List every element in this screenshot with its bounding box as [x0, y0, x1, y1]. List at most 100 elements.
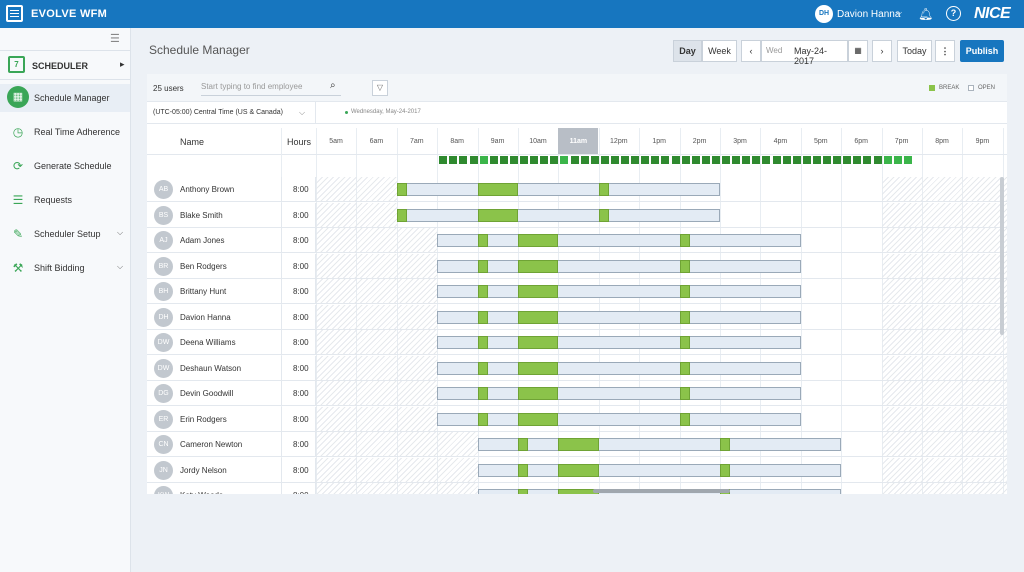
table-row[interactable]: DH Davion Hanna 8:00: [147, 304, 1007, 330]
name-column-header[interactable]: Name: [180, 137, 204, 147]
break-block[interactable]: [477, 412, 488, 426]
employee-name[interactable]: Erin Rodgers: [180, 415, 227, 424]
shift-block[interactable]: [437, 285, 801, 298]
calendar-icon[interactable]: ▦: [848, 40, 868, 62]
break-block[interactable]: [518, 310, 559, 324]
chevron-down-icon[interactable]: ⌵: [117, 228, 123, 238]
publish-button[interactable]: Publish: [960, 40, 1004, 62]
table-row[interactable]: AJ Adam Jones 8:00: [147, 228, 1007, 253]
employee-name[interactable]: Deshaun Watson: [180, 364, 241, 373]
sidebar-item-requests[interactable]: ☰ Requests: [0, 186, 130, 214]
prev-date-button[interactable]: ‹: [741, 40, 761, 62]
break-block[interactable]: [477, 361, 488, 375]
break-block[interactable]: [598, 208, 609, 222]
break-block[interactable]: [518, 361, 559, 375]
employee-name[interactable]: Katy Woods: [180, 491, 223, 494]
table-row[interactable]: AB Anthony Brown 8:00: [147, 177, 1007, 202]
shift-block[interactable]: [396, 208, 720, 222]
horizontal-scrollbar[interactable]: [593, 489, 730, 493]
break-block[interactable]: [558, 463, 599, 477]
break-block[interactable]: [679, 361, 690, 375]
break-block[interactable]: [518, 336, 559, 349]
more-options-icon[interactable]: ⋮: [935, 40, 955, 62]
table-row[interactable]: BS Blake Smith 8:00: [147, 202, 1007, 228]
sidebar-item-real-time-adherence[interactable]: ◷ Real Time Adherence: [0, 118, 130, 146]
table-row[interactable]: ER Erin Rodgers 8:00: [147, 406, 1007, 432]
bell-icon[interactable]: 🔔︎: [918, 7, 933, 21]
filter-icon[interactable]: ▽: [372, 80, 388, 96]
vertical-scrollbar[interactable]: [1000, 177, 1004, 335]
employee-name[interactable]: Jordy Nelson: [180, 466, 227, 475]
shift-block[interactable]: [437, 412, 801, 426]
break-block[interactable]: [598, 183, 609, 196]
sidebar-item-schedule-manager[interactable]: ▦ Schedule Manager: [0, 84, 130, 112]
table-row[interactable]: BH Brittany Hunt 8:00: [147, 279, 1007, 304]
break-block[interactable]: [477, 387, 488, 400]
employee-name[interactable]: Cameron Newton: [180, 440, 242, 449]
shift-block[interactable]: [477, 438, 842, 451]
help-icon[interactable]: ?: [946, 6, 961, 21]
break-block[interactable]: [679, 285, 690, 298]
shift-block[interactable]: [437, 387, 801, 400]
shift-block[interactable]: [437, 336, 801, 349]
employee-name[interactable]: Davion Hanna: [180, 313, 231, 322]
employee-name[interactable]: Anthony Brown: [180, 185, 234, 194]
break-block[interactable]: [477, 336, 488, 349]
day-view-button[interactable]: Day: [673, 40, 702, 62]
break-block[interactable]: [477, 234, 488, 247]
date-picker[interactable]: Wed May-24-2017: [761, 40, 848, 66]
chevron-down-icon[interactable]: ⌵: [117, 262, 123, 272]
break-block[interactable]: [558, 438, 599, 451]
break-block[interactable]: [518, 489, 529, 494]
collapse-menu-icon[interactable]: ☰: [110, 32, 120, 45]
shift-block[interactable]: [437, 259, 801, 273]
search-icon[interactable]: ⌕: [330, 80, 336, 91]
week-view-button[interactable]: Week: [702, 40, 737, 62]
shift-block[interactable]: [396, 183, 720, 196]
break-block[interactable]: [518, 438, 529, 451]
break-block[interactable]: [477, 259, 488, 273]
next-date-button[interactable]: ›: [872, 40, 892, 62]
break-block[interactable]: [679, 234, 690, 247]
chevron-down-icon[interactable]: ⌵: [896, 8, 902, 18]
break-block[interactable]: [518, 412, 559, 426]
break-block[interactable]: [477, 310, 488, 324]
shift-block[interactable]: [437, 234, 801, 247]
scheduler-section[interactable]: 7 SCHEDULER ▸: [0, 50, 130, 80]
break-block[interactable]: [518, 463, 529, 477]
employee-name[interactable]: Devin Goodwill: [180, 389, 233, 398]
break-block[interactable]: [477, 285, 488, 298]
today-button[interactable]: Today: [897, 40, 932, 62]
user-avatar[interactable]: DH: [815, 5, 833, 23]
table-row[interactable]: CN Cameron Newton 8:00: [147, 432, 1007, 457]
user-name[interactable]: Davion Hanna: [837, 9, 900, 20]
chevron-down-icon[interactable]: ⌵: [299, 108, 305, 118]
employee-name[interactable]: Brittany Hunt: [180, 287, 226, 296]
sidebar-item-shift-bidding[interactable]: ⚒ Shift Bidding ⌵: [0, 254, 130, 282]
break-block[interactable]: [396, 183, 407, 196]
table-row[interactable]: JN Jordy Nelson 8:00: [147, 457, 1007, 483]
break-block[interactable]: [396, 208, 407, 222]
timezone-select[interactable]: (UTC-05:00) Central Time (US & Canada): [153, 109, 283, 116]
sidebar-item-generate-schedule[interactable]: ⟳ Generate Schedule: [0, 152, 130, 180]
break-block[interactable]: [518, 234, 559, 247]
break-block[interactable]: [720, 438, 731, 451]
shift-block[interactable]: [437, 310, 801, 324]
shift-block[interactable]: [437, 361, 801, 375]
break-block[interactable]: [679, 387, 690, 400]
break-block[interactable]: [679, 310, 690, 324]
break-block[interactable]: [679, 336, 690, 349]
break-block[interactable]: [720, 463, 731, 477]
sidebar-item-scheduler-setup[interactable]: ✎ Scheduler Setup ⌵: [0, 220, 130, 248]
break-block[interactable]: [518, 285, 559, 298]
break-block[interactable]: [477, 183, 518, 196]
break-block[interactable]: [679, 259, 690, 273]
employee-name[interactable]: Deena Williams: [180, 338, 236, 347]
employee-name[interactable]: Blake Smith: [180, 211, 223, 220]
break-block[interactable]: [518, 387, 559, 400]
break-block[interactable]: [679, 412, 690, 426]
employee-search-input[interactable]: Start typing to find employee: [201, 82, 341, 96]
shift-block[interactable]: [477, 463, 842, 477]
employee-name[interactable]: Adam Jones: [180, 236, 224, 245]
table-row[interactable]: BR Ben Rodgers 8:00: [147, 253, 1007, 279]
